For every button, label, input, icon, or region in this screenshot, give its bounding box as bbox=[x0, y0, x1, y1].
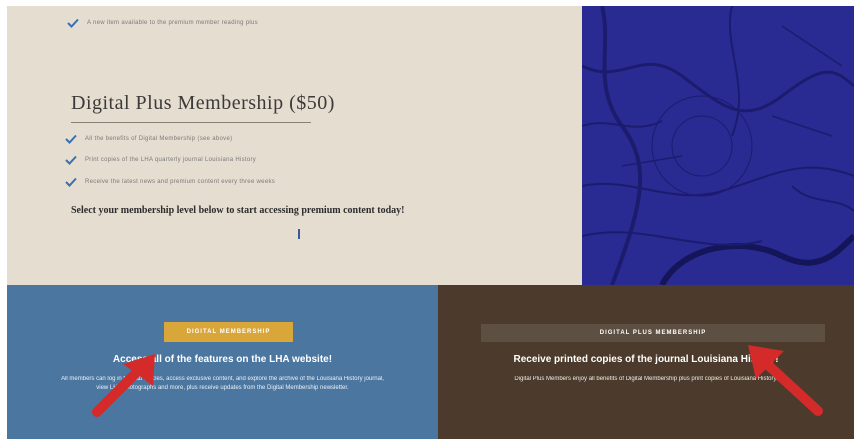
title-divider bbox=[71, 122, 311, 123]
page-title: Digital Plus Membership ($50) bbox=[71, 92, 335, 114]
historic-map-image bbox=[582, 6, 854, 285]
benefit-text: A new item available to the premium memb… bbox=[87, 20, 258, 26]
checkmark-icon bbox=[65, 177, 77, 187]
digital-membership-panel: DIGITAL MEMBERSHIP Access all of the fea… bbox=[7, 285, 438, 439]
benefit-row: All the benefits of Digital Membership (… bbox=[65, 134, 232, 144]
benefit-text: Print copies of the LHA quarterly journa… bbox=[85, 157, 257, 163]
digital-membership-button[interactable]: DIGITAL MEMBERSHIP bbox=[164, 322, 293, 342]
digital-panel-heading: Access all of the features on the LHA we… bbox=[112, 354, 333, 365]
benefits-panel: A new item available to the premium memb… bbox=[7, 6, 582, 285]
checkmark-icon bbox=[65, 155, 77, 165]
red-arrow-icon bbox=[92, 354, 155, 417]
digital-plus-membership-panel: DIGITAL PLUS MEMBERSHIP Receive printed … bbox=[438, 285, 854, 439]
benefit-row: Print copies of the LHA quarterly journa… bbox=[65, 155, 256, 165]
benefit-text: All the benefits of Digital Membership (… bbox=[85, 136, 233, 142]
checkmark-icon bbox=[65, 134, 77, 144]
plus-membership-section: A new item available to the premium memb… bbox=[0, 0, 859, 285]
text-cursor bbox=[298, 229, 300, 239]
benefit-text: Receive the latest news and premium cont… bbox=[85, 179, 276, 185]
checkmark-icon bbox=[67, 18, 79, 28]
benefit-row: A new item available to the premium memb… bbox=[67, 18, 258, 28]
benefit-row: Receive the latest news and premium cont… bbox=[65, 177, 275, 187]
cta-text: Select your membership level below to st… bbox=[71, 205, 405, 216]
red-arrow-icon bbox=[748, 345, 823, 416]
map-illustration bbox=[582, 6, 854, 285]
